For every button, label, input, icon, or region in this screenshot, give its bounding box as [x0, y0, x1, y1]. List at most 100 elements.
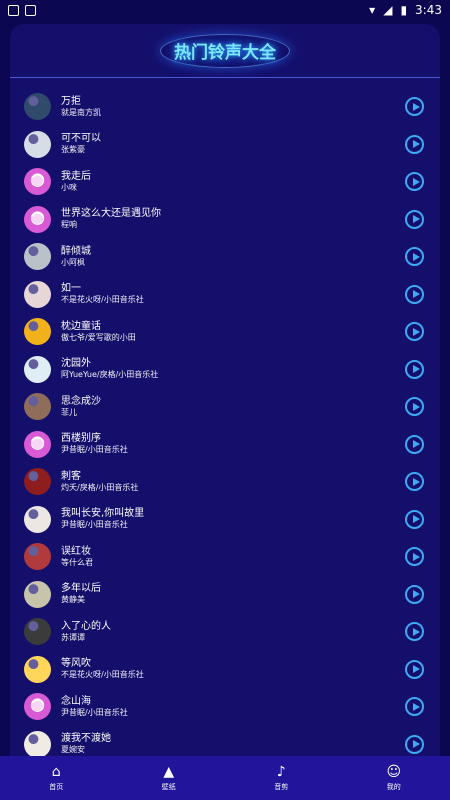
nav-item-0[interactable]: ⌂ 首页: [0, 756, 113, 800]
song-artist: 傲七爷/爱写歌的小田: [61, 332, 136, 342]
song-info: 渡我不渡她 夏婉安: [61, 733, 405, 755]
play-icon[interactable]: [405, 509, 424, 529]
song-row[interactable]: 刺客 灼夭/戾格/小田音乐社: [10, 463, 440, 501]
song-info: 醉倾城 小阿枫: [61, 246, 405, 268]
music-note-icon: ♪: [276, 764, 286, 780]
song-row[interactable]: 我走后 小咪: [10, 163, 440, 201]
play-icon[interactable]: [405, 209, 424, 229]
play-icon[interactable]: [405, 472, 424, 492]
song-artist: 张紫豪: [61, 145, 85, 155]
play-icon[interactable]: [405, 359, 424, 379]
song-title: 枕边童话: [61, 320, 101, 332]
song-row[interactable]: 念山海 尹昔眠/小田音乐社: [10, 688, 440, 726]
song-row[interactable]: 可不可以 张紫豪: [10, 126, 440, 164]
status-bar: ▾ ◢ ▮ 3:43: [0, 0, 450, 20]
song-row[interactable]: 思念成沙 菲儿: [10, 388, 440, 426]
ringtone-panel: 热门铃声大全 万拒 就是南方凯 可不可以 张紫豪 我走后 小咪 世界这么大还是遇见你 程响 醉倾…: [10, 24, 440, 764]
song-cover-icon: [24, 693, 51, 721]
song-row[interactable]: 沈园外 阿YueYue/戾格/小田音乐社: [10, 351, 440, 389]
song-title: 如一: [61, 283, 81, 295]
song-title: 沈园外: [61, 358, 91, 370]
page-title: 热门铃声大全: [174, 43, 276, 63]
song-title: 念山海: [61, 695, 91, 707]
play-icon[interactable]: [405, 622, 424, 642]
song-cover-icon: [24, 543, 51, 571]
song-artist: 就是南方凯: [61, 107, 101, 117]
song-info: 多年以后 黄静美: [61, 583, 405, 605]
song-row[interactable]: 西楼别序 尹昔眠/小田音乐社: [10, 426, 440, 464]
play-icon[interactable]: [405, 284, 424, 304]
song-cover-icon: [24, 130, 51, 158]
song-cover-icon: [24, 730, 51, 758]
play-icon[interactable]: [405, 97, 424, 117]
song-cover-icon: [24, 505, 51, 533]
nav-label: 音剪: [274, 782, 289, 791]
song-cover-icon: [24, 393, 51, 421]
song-title: 醉倾城: [61, 245, 91, 257]
nav-label: 我的: [386, 782, 401, 791]
song-cover-icon: [24, 355, 51, 383]
song-artist: 尹昔眠/小田音乐社: [61, 445, 128, 455]
nav-item-3[interactable]: ☺ 我的: [338, 756, 450, 800]
song-title: 渡我不渡她: [61, 733, 111, 745]
song-row[interactable]: 万拒 就是南方凯: [10, 88, 440, 126]
play-icon[interactable]: [405, 397, 424, 417]
song-info: 刺客 灼夭/戾格/小田音乐社: [61, 471, 405, 493]
song-row[interactable]: 如一 不是花火呀/小田音乐社: [10, 276, 440, 314]
song-cover-icon: [24, 93, 51, 121]
song-row[interactable]: 多年以后 黄静美: [10, 576, 440, 614]
play-icon[interactable]: [405, 434, 424, 454]
profile-icon: ☺: [386, 764, 402, 780]
song-row[interactable]: 世界这么大还是遇见你 程响: [10, 201, 440, 239]
song-row[interactable]: 误红妆 等什么君: [10, 538, 440, 576]
song-artist: 小咪: [61, 182, 77, 192]
song-artist: 程响: [61, 220, 77, 230]
play-icon[interactable]: [405, 584, 424, 604]
play-icon[interactable]: [405, 134, 424, 154]
song-cover-icon: [24, 318, 51, 346]
status-left: [8, 4, 36, 16]
wifi-icon: ▾: [369, 3, 376, 17]
song-info: 如一 不是花火呀/小田音乐社: [61, 283, 405, 305]
song-title: 思念成沙: [61, 395, 101, 407]
nav-label: 壁纸: [161, 782, 176, 791]
battery-icon: ▮: [400, 3, 408, 17]
song-row[interactable]: 入了心的人 苏谭谭: [10, 613, 440, 651]
song-title: 我叫长安,你叫故里: [61, 508, 145, 520]
nav-item-2[interactable]: ♪ 音剪: [225, 756, 338, 800]
song-row[interactable]: 等风吹 不是花火呀/小田音乐社: [10, 651, 440, 689]
song-row[interactable]: 我叫长安,你叫故里 尹昔眠/小田音乐社: [10, 501, 440, 539]
song-title: 刺客: [61, 470, 81, 482]
song-info: 入了心的人 苏谭谭: [61, 621, 405, 643]
song-info: 沈园外 阿YueYue/戾格/小田音乐社: [61, 358, 405, 380]
play-icon[interactable]: [405, 659, 424, 679]
song-artist: 尹昔眠/小田音乐社: [61, 707, 128, 717]
play-icon[interactable]: [405, 322, 424, 342]
song-row[interactable]: 枕边童话 傲七爷/爱写歌的小田: [10, 313, 440, 351]
song-info: 枕边童话 傲七爷/爱写歌的小田: [61, 321, 405, 343]
song-artist: 不是花火呀/小田音乐社: [61, 295, 144, 305]
play-icon[interactable]: [405, 547, 424, 567]
song-info: 等风吹 不是花火呀/小田音乐社: [61, 658, 405, 680]
status-right: ▾ ◢ ▮ 3:43: [369, 3, 442, 17]
song-list: 万拒 就是南方凯 可不可以 张紫豪 我走后 小咪 世界这么大还是遇见你 程响 醉倾城 小阿枫 如一不…: [10, 88, 440, 763]
photo-icon: [8, 4, 19, 16]
song-info: 误红妆 等什么君: [61, 546, 405, 568]
song-artist: 夏婉安: [61, 745, 85, 755]
song-cover-icon: [24, 655, 51, 683]
song-artist: 小阿枫: [61, 257, 85, 267]
nav-item-1[interactable]: ▲ 壁纸: [113, 756, 226, 800]
bottom-nav: ⌂ 首页 ▲ 壁纸 ♪ 音剪 ☺ 我的: [0, 756, 450, 800]
play-icon[interactable]: [405, 734, 424, 754]
nav-label: 首页: [49, 782, 64, 791]
song-row[interactable]: 醉倾城 小阿枫: [10, 238, 440, 276]
song-title: 我走后: [61, 170, 91, 182]
song-title: 可不可以: [61, 133, 101, 145]
song-title: 入了心的人: [61, 620, 111, 632]
play-icon[interactable]: [405, 697, 424, 717]
play-icon[interactable]: [405, 172, 424, 192]
play-icon[interactable]: [405, 247, 424, 267]
song-artist: 阿YueYue/戾格/小田音乐社: [61, 370, 159, 380]
song-info: 世界这么大还是遇见你 程响: [61, 208, 405, 230]
home-icon: ⌂: [51, 764, 61, 780]
